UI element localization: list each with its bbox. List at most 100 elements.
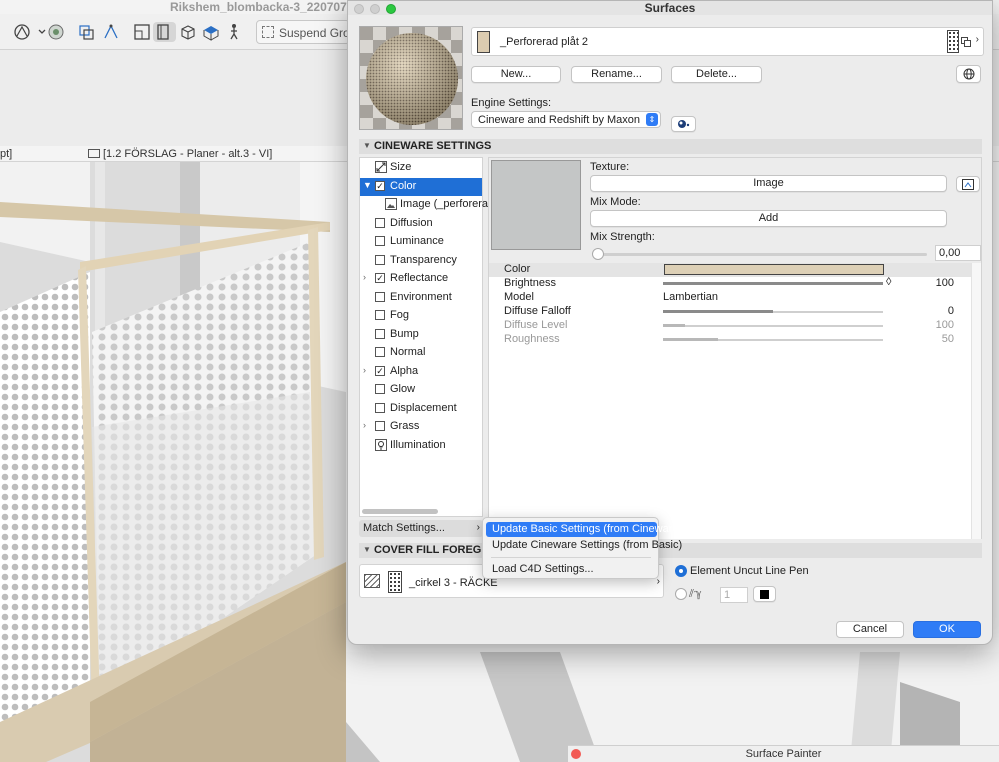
walk-icon[interactable] [224,22,244,42]
property-value[interactable]: 0 [948,305,954,317]
mix-strength-slider-knob[interactable] [592,248,604,260]
channel-checkbox[interactable] [375,384,385,394]
3d-cube-icon[interactable] [201,22,221,42]
channel-reflectance[interactable]: › ✓ Reflectance [360,270,482,288]
globe-icon [963,68,974,80]
layers-icon[interactable] [77,22,97,42]
property-row-color[interactable]: Color [489,263,971,277]
mix-mode-label: Mix Mode: [590,196,641,208]
preview-sphere-image [360,27,462,129]
channel-label: Transparency [390,254,457,266]
custom-pen-radio[interactable] [675,588,687,600]
channel-alpha[interactable]: › ✓ Alpha [360,363,482,381]
channel-color[interactable]: ▼ ✓ Color [360,178,482,196]
channel-diffusion[interactable]: Diffusion [360,215,482,233]
channel-checkbox[interactable] [375,347,385,357]
channel-size[interactable]: Size [360,159,482,177]
suspend-groups-button[interactable]: Suspend Groups [256,20,350,44]
mix-mode-button[interactable]: Add [590,210,947,227]
chevron-down-icon[interactable] [32,22,46,42]
chevron-right-icon[interactable]: › [363,420,366,430]
ok-button[interactable]: OK [913,621,981,638]
texture-browse-button[interactable] [956,176,980,192]
channel-label: Bump [390,328,419,340]
cancel-button[interactable]: Cancel [836,621,904,638]
teamwork-icon[interactable] [46,22,66,42]
new-button[interactable]: New... [471,66,561,83]
cineware-button[interactable] [671,116,696,132]
view-tab-label: [1.2 FÖRSLAG - Planer - alt.3 - VI] [103,148,273,160]
channel-transparency[interactable]: Transparency [360,252,482,270]
section-view-icon[interactable] [153,22,176,42]
surface-painter-palette[interactable]: Surface Painter [568,745,999,762]
shape-icon[interactable] [12,22,32,42]
channel-checkbox[interactable] [375,236,385,246]
property-value[interactable]: 100 [936,277,954,289]
pen-number-field[interactable]: 1 [720,587,748,603]
delete-button[interactable]: Delete... [671,66,762,83]
surface-selector[interactable]: _Perforerad plåt 2 › [471,27,984,56]
channel-list[interactable]: Size ▼ ✓ Color Image (_perforerad p Diff… [359,157,503,517]
channel-fog[interactable]: Fog [360,307,482,325]
texture-image-button[interactable]: Image [590,175,947,192]
property-name: Model [504,291,534,303]
channel-luminance[interactable]: Luminance [360,233,482,251]
channel-checkbox[interactable] [375,403,385,413]
floor-plan-icon[interactable] [132,22,152,42]
channel-checkbox[interactable] [375,421,385,431]
brightness-slider[interactable] [663,282,883,285]
property-row-model[interactable]: Model Lambertian [489,291,971,305]
channel-illumination[interactable]: Illumination [360,437,482,455]
horizontal-scrollbar[interactable] [362,509,438,514]
mix-strength-label: Mix Strength: [590,231,655,243]
channel-checkbox[interactable]: ✓ [375,273,385,283]
channel-normal[interactable]: Normal [360,344,482,362]
channel-checkbox[interactable] [375,255,385,265]
mix-strength-slider[interactable] [592,253,927,256]
view-tab-left[interactable]: pt] [0,148,12,160]
channel-image[interactable]: Image (_perforerad p [360,196,503,214]
channel-glow[interactable]: Glow [360,381,482,399]
channel-checkbox[interactable] [375,218,385,228]
channel-checkbox[interactable]: ✓ [375,366,385,376]
property-value[interactable]: Lambertian [663,291,718,303]
color-swatch[interactable] [664,264,884,275]
element-uncut-label: Element Uncut Line Pen [690,565,809,577]
pen-color-button[interactable] [753,586,776,602]
engine-select[interactable]: Cineware and Redshift by Maxon ⇕ [471,111,661,128]
channel-bump[interactable]: Bump [360,326,482,344]
mix-strength-field[interactable]: 0,00 [935,245,981,261]
surface-preview[interactable] [359,26,463,130]
match-settings-button[interactable]: Match Settings... › [359,520,483,537]
channel-checkbox[interactable] [375,310,385,320]
channel-displacement[interactable]: Displacement [360,400,482,418]
slider-handle-icon[interactable]: ◊ [886,276,891,288]
channel-environment[interactable]: Environment [360,289,482,307]
channel-checkbox[interactable] [375,329,385,339]
texture-thumbnail[interactable] [491,160,581,250]
chevron-right-icon[interactable]: › [363,272,366,282]
channel-checkbox[interactable] [375,292,385,302]
property-row-diffuse-falloff[interactable]: Diffuse Falloff 0 [489,305,971,319]
vertical-scrollbar[interactable] [971,263,981,539]
diffuse-falloff-slider[interactable] [663,310,883,313]
property-value: 100 [935,319,954,331]
cineware-settings-header[interactable]: ▼ CINEWARE SETTINGS [359,139,982,154]
property-name: Diffuse Falloff [504,305,571,317]
measure-icon[interactable] [101,22,121,42]
triangle-down-icon[interactable]: ▼ [363,180,372,190]
view-tab[interactable]: [1.2 FÖRSLAG - Planer - alt.3 - VI] [88,148,272,160]
slider-fill [663,324,685,327]
menu-item-update-basic[interactable]: Update Basic Settings (from Cineware) [486,522,682,537]
channel-checkbox[interactable]: ✓ [375,181,385,191]
property-row-roughness: Roughness 50 [489,333,971,347]
rename-button[interactable]: Rename... [571,66,662,83]
3d-box-icon[interactable] [178,22,198,42]
element-uncut-radio[interactable] [675,565,687,577]
menu-item-load-c4d[interactable]: Load C4D Settings... [486,562,657,577]
chevron-right-icon[interactable]: › [363,365,366,375]
globe-button[interactable] [956,65,981,83]
property-row-brightness[interactable]: Brightness ◊ 100 [489,276,971,291]
channel-grass[interactable]: › Grass [360,418,482,436]
menu-item-update-cineware[interactable]: Update Cineware Settings (from Basic) [486,538,682,553]
